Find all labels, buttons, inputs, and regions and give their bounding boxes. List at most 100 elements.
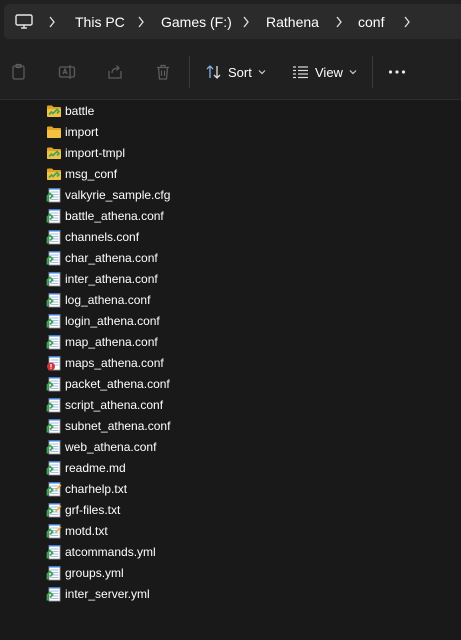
notepad-file-icon: [46, 271, 62, 287]
folder-item[interactable]: battle: [40, 100, 360, 121]
file-item[interactable]: subnet_athena.conf: [40, 415, 360, 436]
folder-icon: [46, 124, 62, 140]
file-warning-icon: [46, 355, 62, 371]
file-item[interactable]: script_athena.conf: [40, 394, 360, 415]
file-item[interactable]: map_athena.conf: [40, 331, 360, 352]
notepad-file-icon: [46, 397, 62, 413]
file-name: channels.conf: [65, 229, 140, 244]
view-label: View: [315, 64, 343, 80]
file-name: inter_athena.conf: [65, 271, 158, 286]
notepad-file-icon: [46, 208, 62, 224]
breadcrumb-rathena[interactable]: Rathena: [266, 14, 319, 30]
text-file-icon: [46, 502, 62, 518]
file-name: motd.txt: [65, 523, 108, 538]
file-item[interactable]: atcommands.yml: [40, 541, 360, 562]
chevron-right-icon[interactable]: [242, 16, 250, 28]
file-name: packet_athena.conf: [65, 376, 170, 391]
sort-label: Sort: [228, 64, 252, 80]
file-item[interactable]: inter_athena.conf: [40, 268, 360, 289]
chevron-right-icon[interactable]: [403, 16, 411, 28]
file-item[interactable]: groups.yml: [40, 562, 360, 583]
notepad-file-icon: [46, 460, 62, 476]
file-name: maps_athena.conf: [65, 355, 164, 370]
file-name: inter_server.yml: [65, 586, 150, 601]
file-item[interactable]: char_athena.conf: [40, 247, 360, 268]
view-icon: [293, 66, 308, 79]
notepad-file-icon: [46, 565, 62, 581]
file-item[interactable]: battle_athena.conf: [40, 205, 360, 226]
file-item[interactable]: packet_athena.conf: [40, 373, 360, 394]
sort-button[interactable]: Sort: [205, 58, 266, 86]
folder-icon: [46, 145, 62, 161]
breadcrumb-this-pc[interactable]: This PC: [75, 14, 125, 30]
file-name: script_athena.conf: [65, 397, 164, 412]
chevron-right-icon[interactable]: [137, 16, 145, 28]
chevron-right-icon[interactable]: [335, 16, 343, 28]
notepad-file-icon: [46, 439, 62, 455]
file-name: grf-files.txt: [65, 502, 121, 517]
file-name: map_athena.conf: [65, 334, 158, 349]
file-item[interactable]: inter_server.yml: [40, 583, 360, 604]
notepad-file-icon: [46, 418, 62, 434]
this-pc-icon[interactable]: [15, 14, 33, 29]
folder-item[interactable]: import-tmpl: [40, 142, 360, 163]
command-bar: Sort View: [0, 44, 461, 100]
notepad-file-icon: [46, 292, 62, 308]
paste-icon[interactable]: [10, 63, 28, 81]
file-name: web_athena.conf: [65, 439, 157, 454]
chevron-down-icon: [258, 70, 266, 75]
folder-icon: [46, 166, 62, 182]
breadcrumb-conf[interactable]: conf: [358, 14, 384, 30]
file-list: battle import import-tmpl msg_conf valky…: [0, 100, 461, 640]
chevron-right-icon[interactable]: [48, 16, 56, 28]
breadcrumb-games-drive[interactable]: Games (F:): [161, 14, 232, 30]
breadcrumb[interactable]: This PC Games (F:) Rathena conf: [4, 4, 461, 39]
rename-icon[interactable]: [58, 63, 76, 81]
toolbar-divider: [189, 56, 190, 88]
notepad-file-icon: [46, 313, 62, 329]
notepad-file-icon: [46, 376, 62, 392]
file-item[interactable]: motd.txt: [40, 520, 360, 541]
file-name: groups.yml: [65, 565, 124, 580]
view-button[interactable]: View: [292, 58, 357, 86]
notepad-file-icon: [46, 544, 62, 560]
file-item[interactable]: log_athena.conf: [40, 289, 360, 310]
folder-item[interactable]: msg_conf: [40, 163, 360, 184]
delete-icon[interactable]: [154, 63, 172, 81]
file-name: login_athena.conf: [65, 313, 160, 328]
notepad-file-icon: [46, 250, 62, 266]
file-name: readme.md: [65, 460, 126, 475]
file-name: valkyrie_sample.cfg: [65, 187, 171, 202]
text-file-icon: [46, 523, 62, 539]
toolbar-divider: [372, 56, 373, 88]
file-item[interactable]: grf-files.txt: [40, 499, 360, 520]
file-item[interactable]: charhelp.txt: [40, 478, 360, 499]
notepad-file-icon: [46, 334, 62, 350]
file-name: battle_athena.conf: [65, 208, 164, 223]
file-item[interactable]: readme.md: [40, 457, 360, 478]
file-name: import-tmpl: [65, 145, 126, 160]
file-item[interactable]: web_athena.conf: [40, 436, 360, 457]
file-name: msg_conf: [65, 166, 118, 181]
file-item[interactable]: login_athena.conf: [40, 310, 360, 331]
file-name: char_athena.conf: [65, 250, 158, 265]
notepad-file-icon: [46, 229, 62, 245]
file-item[interactable]: channels.conf: [40, 226, 360, 247]
file-name: battle: [65, 103, 95, 118]
address-bar: This PC Games (F:) Rathena conf: [0, 0, 461, 44]
notepad-file-icon: [46, 187, 62, 203]
file-name: log_athena.conf: [65, 292, 151, 307]
chevron-down-icon: [349, 70, 357, 75]
share-icon[interactable]: [106, 63, 124, 81]
notepad-file-icon: [46, 586, 62, 602]
file-item[interactable]: maps_athena.conf: [40, 352, 360, 373]
folder-item[interactable]: import: [40, 121, 360, 142]
file-name: subnet_athena.conf: [65, 418, 171, 433]
file-name: import: [65, 124, 99, 139]
text-file-icon: [46, 481, 62, 497]
file-name: charhelp.txt: [65, 481, 128, 496]
more-options-icon[interactable]: [388, 69, 406, 75]
folder-icon: [46, 103, 62, 119]
file-item[interactable]: valkyrie_sample.cfg: [40, 184, 360, 205]
sort-icon: [206, 65, 221, 79]
